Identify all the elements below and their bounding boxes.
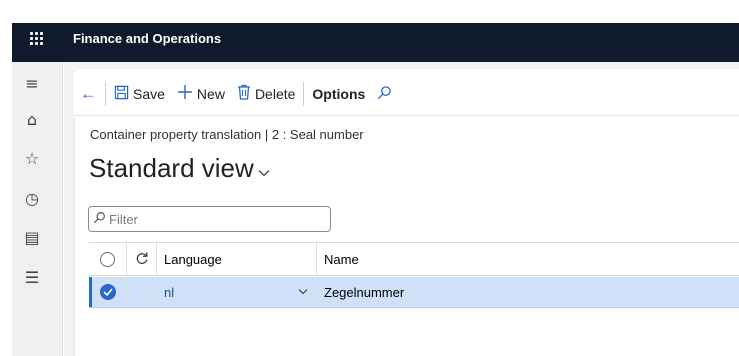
chevron-down-icon[interactable]	[298, 286, 308, 298]
page-title: Standard view	[89, 153, 254, 183]
clock-icon[interactable]: ◷	[21, 187, 43, 209]
hamburger-icon[interactable]: ≡	[21, 72, 43, 94]
search-button[interactable]	[371, 81, 398, 107]
delete-label: Delete	[254, 85, 296, 102]
save-label: Save	[133, 85, 165, 102]
app-launcher-icon[interactable]	[30, 32, 44, 46]
action-pane: ← Save New Delete Options	[74, 72, 739, 116]
select-all-cell[interactable]	[89, 243, 127, 275]
workspace-icon[interactable]: ▤	[21, 226, 43, 248]
trash-icon	[237, 84, 251, 103]
select-all-radio[interactable]	[100, 251, 115, 267]
app-title: Finance and Operations	[73, 31, 222, 46]
chevron-down-icon	[258, 164, 270, 180]
save-button[interactable]: Save	[108, 81, 171, 107]
home-icon[interactable]: ⌂	[21, 108, 43, 130]
filter-box[interactable]	[88, 206, 331, 232]
navigation-rail	[12, 62, 63, 356]
search-icon	[377, 85, 392, 103]
column-header-language[interactable]: Language	[157, 243, 317, 275]
language-dropdown[interactable]: nl	[157, 277, 317, 307]
row-select-cell[interactable]	[89, 277, 127, 307]
star-icon[interactable]: ☆	[21, 147, 43, 169]
refresh-icon	[135, 251, 149, 268]
new-label: New	[196, 85, 225, 102]
save-icon	[114, 85, 129, 103]
app-window: Finance and Operations ≡ ⌂ ☆ ◷ ▤ ☰ ← Sav…	[0, 0, 739, 356]
language-value[interactable]: nl	[164, 285, 298, 300]
checkmark-icon[interactable]	[99, 284, 116, 300]
row-selection-marker	[89, 277, 92, 307]
refresh-column[interactable]	[127, 243, 157, 275]
filter-input[interactable]	[109, 211, 319, 227]
filter-search-icon	[93, 211, 106, 227]
back-arrow-icon: ←	[80, 84, 97, 103]
column-header-name[interactable]: Name	[317, 243, 739, 275]
translation-grid: Language Name nl Zegelnummer	[89, 242, 739, 356]
name-cell[interactable]: Zegelnummer	[317, 277, 739, 307]
row-status-cell	[127, 277, 157, 307]
toolbar-divider	[303, 81, 305, 106]
table-row[interactable]: nl Zegelnummer	[89, 277, 739, 308]
modules-list-icon[interactable]: ☰	[21, 266, 43, 288]
toolbar-divider	[105, 81, 106, 106]
delete-button[interactable]: Delete	[231, 81, 301, 107]
breadcrumb: Container property translation | 2 : Sea…	[90, 127, 364, 142]
options-tab[interactable]: Options	[306, 81, 371, 107]
view-selector[interactable]: Standard view	[89, 153, 270, 184]
plus-icon	[177, 84, 193, 103]
new-button[interactable]: New	[171, 81, 231, 107]
back-button[interactable]: ←	[74, 81, 103, 107]
grid-header-row: Language Name	[89, 243, 739, 276]
